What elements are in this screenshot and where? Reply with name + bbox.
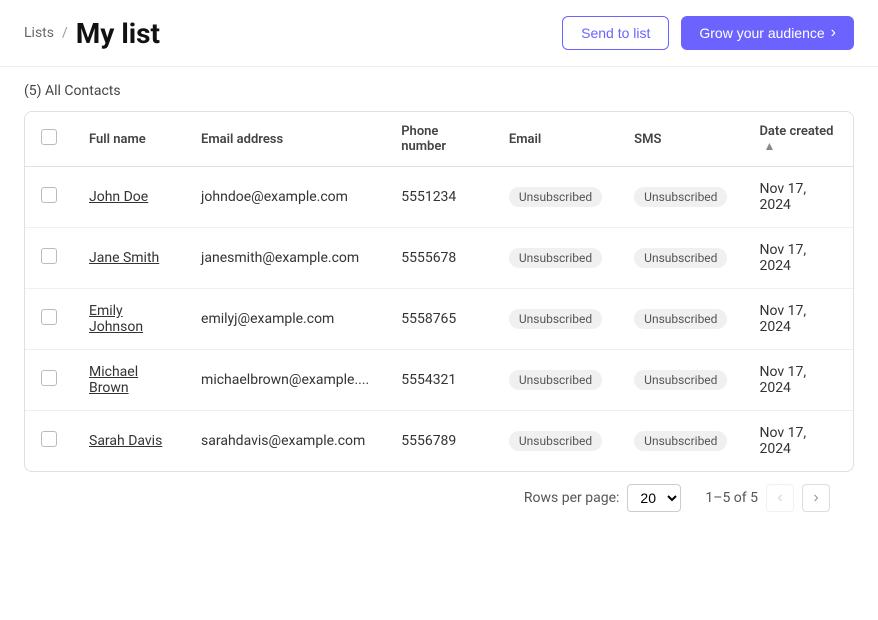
sms-status-badge: Unsubscribed: [634, 370, 727, 390]
row-date-cell: Nov 17, 2024: [743, 167, 853, 228]
row-email-status-cell: Unsubscribed: [493, 350, 618, 411]
contact-name-link[interactable]: Emily Johnson: [89, 303, 143, 335]
row-sms-status-cell: Unsubscribed: [618, 228, 743, 289]
row-checkbox[interactable]: [41, 431, 57, 447]
row-name-cell: Michael Brown: [73, 350, 185, 411]
contacts-table: Full name Email address Phone number Ema…: [25, 112, 853, 471]
row-email-status-cell: Unsubscribed: [493, 228, 618, 289]
contact-name-link[interactable]: Jane Smith: [89, 250, 159, 266]
email-status-badge: Unsubscribed: [509, 309, 602, 329]
table-row: Jane Smith janesmith@example.com 5555678…: [25, 228, 853, 289]
rows-per-page-control: Rows per page: 20 5 10 50: [524, 484, 681, 512]
row-phone-cell: 5555678: [385, 228, 493, 289]
sms-status-badge: Unsubscribed: [634, 187, 727, 207]
checkbox-header-col: [25, 112, 73, 167]
contact-name-link[interactable]: Sarah Davis: [89, 433, 162, 449]
email-status-badge: Unsubscribed: [509, 248, 602, 268]
row-phone-cell: 5558765: [385, 289, 493, 350]
row-sms-status-cell: Unsubscribed: [618, 167, 743, 228]
row-email-cell: johndoe@example.com: [185, 167, 385, 228]
page-title: My list: [76, 17, 160, 50]
row-email-cell: emilyj@example.com: [185, 289, 385, 350]
row-checkbox-cell: [25, 228, 73, 289]
row-name-cell: Jane Smith: [73, 228, 185, 289]
pagination-info: 1–5 of 5: [705, 490, 758, 506]
col-full-name: Full name: [73, 112, 185, 167]
breadcrumb-separator: /: [62, 25, 68, 41]
pagination-next-button[interactable]: ›: [802, 484, 830, 512]
send-to-list-button[interactable]: Send to list: [562, 16, 669, 50]
row-sms-status-cell: Unsubscribed: [618, 289, 743, 350]
contacts-count: (5) All Contacts: [24, 83, 854, 99]
row-checkbox-cell: [25, 289, 73, 350]
sms-status-badge: Unsubscribed: [634, 248, 727, 268]
sms-status-badge: Unsubscribed: [634, 309, 727, 329]
main-content: (5) All Contacts Full name Email address…: [0, 67, 878, 540]
rows-per-page-label: Rows per page:: [524, 490, 619, 506]
row-date-cell: Nov 17, 2024: [743, 289, 853, 350]
email-status-badge: Unsubscribed: [509, 370, 602, 390]
col-phone-number: Phone number: [385, 112, 493, 167]
row-date-cell: Nov 17, 2024: [743, 411, 853, 472]
email-status-badge: Unsubscribed: [509, 187, 602, 207]
contacts-table-wrapper: Full name Email address Phone number Ema…: [24, 111, 854, 472]
breadcrumb: Lists / My list: [24, 17, 160, 50]
row-email-cell: michaelbrown@example....: [185, 350, 385, 411]
row-phone-cell: 5551234: [385, 167, 493, 228]
arrow-right-icon: ›: [831, 24, 836, 42]
row-name-cell: Sarah Davis: [73, 411, 185, 472]
row-name-cell: Emily Johnson: [73, 289, 185, 350]
row-date-cell: Nov 17, 2024: [743, 350, 853, 411]
row-checkbox[interactable]: [41, 309, 57, 325]
row-email-status-cell: Unsubscribed: [493, 289, 618, 350]
row-checkbox-cell: [25, 350, 73, 411]
pagination-nav: 1–5 of 5 ‹ ›: [705, 484, 830, 512]
row-sms-status-cell: Unsubscribed: [618, 411, 743, 472]
sms-status-badge: Unsubscribed: [634, 431, 727, 451]
row-email-status-cell: Unsubscribed: [493, 167, 618, 228]
col-email-address: Email address: [185, 112, 385, 167]
pagination-prev-button[interactable]: ‹: [766, 484, 794, 512]
row-phone-cell: 5556789: [385, 411, 493, 472]
row-sms-status-cell: Unsubscribed: [618, 350, 743, 411]
row-date-cell: Nov 17, 2024: [743, 228, 853, 289]
sort-icon: ▲: [763, 139, 775, 153]
row-checkbox-cell: [25, 411, 73, 472]
row-name-cell: John Doe: [73, 167, 185, 228]
col-date-created[interactable]: Date created ▲: [743, 112, 853, 167]
col-email: Email: [493, 112, 618, 167]
table-row: Sarah Davis sarahdavis@example.com 55567…: [25, 411, 853, 472]
table-row: Michael Brown michaelbrown@example.... 5…: [25, 350, 853, 411]
row-checkbox[interactable]: [41, 370, 57, 386]
contact-name-link[interactable]: John Doe: [89, 189, 148, 205]
header-actions: Send to list Grow your audience ›: [562, 16, 854, 50]
row-checkbox-cell: [25, 167, 73, 228]
table-footer: Rows per page: 20 5 10 50 1–5 of 5 ‹ ›: [24, 472, 854, 524]
row-phone-cell: 5554321: [385, 350, 493, 411]
page-header: Lists / My list Send to list Grow your a…: [0, 0, 878, 67]
grow-audience-button[interactable]: Grow your audience ›: [681, 16, 854, 50]
row-email-cell: janesmith@example.com: [185, 228, 385, 289]
row-email-cell: sarahdavis@example.com: [185, 411, 385, 472]
row-checkbox[interactable]: [41, 248, 57, 264]
contact-name-link[interactable]: Michael Brown: [89, 364, 138, 396]
table-body: John Doe johndoe@example.com 5551234 Uns…: [25, 167, 853, 472]
table-header-row: Full name Email address Phone number Ema…: [25, 112, 853, 167]
rows-per-page-select[interactable]: 20 5 10 50: [627, 484, 681, 512]
email-status-badge: Unsubscribed: [509, 431, 602, 451]
row-email-status-cell: Unsubscribed: [493, 411, 618, 472]
breadcrumb-lists[interactable]: Lists: [24, 25, 54, 41]
table-row: John Doe johndoe@example.com 5551234 Uns…: [25, 167, 853, 228]
table-row: Emily Johnson emilyj@example.com 5558765…: [25, 289, 853, 350]
select-all-checkbox[interactable]: [41, 129, 57, 145]
col-sms: SMS: [618, 112, 743, 167]
row-checkbox[interactable]: [41, 187, 57, 203]
